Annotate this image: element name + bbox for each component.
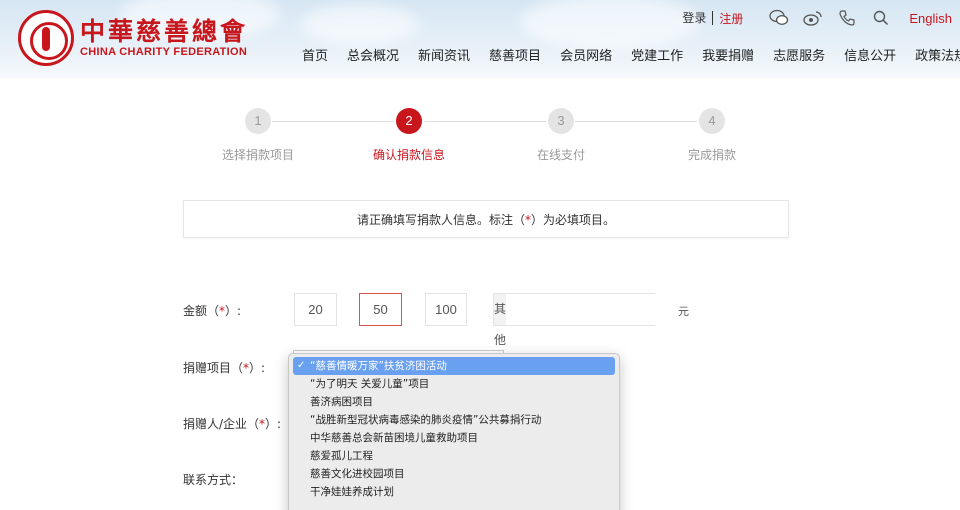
step-label: 完成捐款 [687, 148, 736, 162]
step-number: 1 [245, 108, 271, 134]
nav-item-projects[interactable]: 慈善项目 [489, 45, 541, 64]
project-option[interactable]: ✓ “慈善情暖万家”扶贫济困活动 [293, 357, 615, 375]
project-option-partial[interactable]: …… [293, 501, 615, 510]
currency-unit: 元 [678, 305, 689, 318]
phone-icon[interactable] [837, 8, 857, 28]
amount-option-20[interactable]: 20 [294, 293, 337, 326]
project-option[interactable]: 干净娃娃养成计划 [293, 483, 615, 501]
amount-label: 金额（*）: [183, 304, 242, 318]
step-2: 2 确认捐款信息 [349, 108, 469, 163]
checkmark-icon: ✓ [297, 360, 306, 371]
step-label: 在线支付 [536, 148, 585, 162]
step-4: 4 完成捐款 [652, 108, 772, 163]
project-option[interactable]: 慈善文化进校园项目 [293, 465, 615, 483]
project-label: 捐赠项目（*）: [183, 361, 266, 375]
top-links: 登录 注册 English [682, 8, 952, 28]
other-amount-label: 其他 [494, 294, 507, 347]
notice-text: 请正确填写捐款人信息。标注（ [356, 213, 525, 227]
contact-label: 联系方式： [183, 473, 244, 487]
nav-item-members[interactable]: 会员网络 [560, 45, 612, 64]
nav-item-party[interactable]: 党建工作 [631, 45, 683, 64]
search-icon[interactable] [871, 8, 891, 28]
nav-item-policy[interactable]: 政策法规 [915, 45, 960, 64]
project-option[interactable]: 善济病困项目 [293, 393, 615, 411]
project-dropdown-list[interactable]: ✓ “慈善情暖万家”扶贫济困活动 “为了明天 关爱儿童”项目 善济病困项目 “战胜… [288, 353, 620, 510]
site-logo[interactable]: 中華慈善總會 CHINA CHARITY FEDERATION [18, 10, 248, 66]
step-3: 3 在线支付 [501, 108, 621, 163]
nav-item-home[interactable]: 首页 [302, 45, 328, 64]
amount-option-100[interactable]: 100 [425, 293, 467, 326]
wechat-icon[interactable] [769, 8, 789, 28]
logo-english-name: CHINA CHARITY FEDERATION [80, 46, 248, 58]
charity-emblem-icon [18, 10, 74, 66]
nav-item-volunteer[interactable]: 志愿服务 [773, 45, 825, 64]
step-1: 1 选择捐款项目 [198, 108, 318, 163]
step-label: 选择捐款项目 [221, 148, 294, 162]
main-nav: 首页 总会概况 新闻资讯 慈善项目 会员网络 党建工作 我要捐赠 志愿服务 信息… [302, 45, 960, 64]
notice-text-end: ）为必填项目。 [531, 213, 616, 227]
other-amount-field: 其他 [493, 293, 684, 347]
required-fields-notice: 请正确填写捐款人信息。标注（*）为必填项目。 [183, 200, 789, 238]
donor-label: 捐赠人/企业（*）: [183, 417, 282, 431]
register-link[interactable]: 注册 [713, 10, 743, 27]
step-number: 2 [396, 108, 422, 134]
weibo-icon[interactable] [803, 8, 823, 28]
project-option[interactable]: “战胜新型冠状病毒感染的肺炎疫情”公共募捐行动 [293, 411, 615, 429]
english-link[interactable]: English [909, 11, 952, 26]
nav-item-disclosure[interactable]: 信息公开 [844, 45, 896, 64]
nav-item-news[interactable]: 新闻资讯 [418, 45, 470, 64]
project-option[interactable]: 慈爱孤儿工程 [293, 447, 615, 465]
project-option[interactable]: “为了明天 关爱儿童”项目 [293, 375, 615, 393]
logo-chinese-name: 中華慈善總會 [80, 17, 249, 46]
progress-steps: 1 选择捐款项目 2 确认捐款信息 3 在线支付 4 完成捐款 [0, 108, 960, 168]
project-option[interactable]: 中华慈善总会新苗困境儿童救助项目 [293, 429, 615, 447]
login-link[interactable]: 登录 [682, 11, 714, 25]
nav-item-about[interactable]: 总会概况 [347, 45, 399, 64]
amount-option-50[interactable]: 50 [359, 293, 402, 326]
step-label: 确认捐款信息 [372, 148, 445, 162]
step-number: 3 [548, 108, 574, 134]
nav-item-donate[interactable]: 我要捐赠 [702, 45, 754, 64]
other-amount-input[interactable] [506, 294, 684, 325]
step-number: 4 [699, 108, 725, 134]
site-header: 中華慈善總會 CHINA CHARITY FEDERATION 登录 注册 En… [0, 0, 960, 78]
